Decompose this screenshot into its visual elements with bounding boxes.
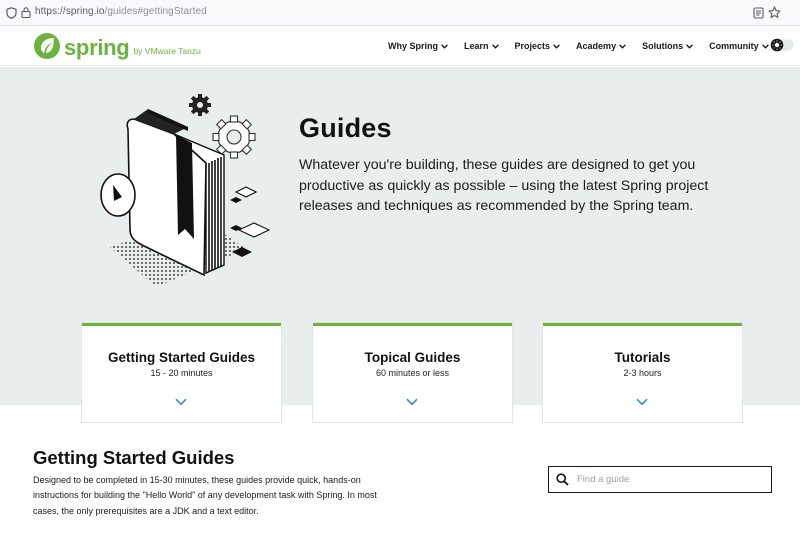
page-title: Guides — [299, 113, 392, 143]
card-title: Tutorials — [614, 350, 671, 365]
card-title: Getting Started Guides — [107, 350, 256, 365]
nav-label: Projects — [514, 41, 551, 51]
chevron-down-icon — [686, 43, 693, 49]
chevron-down-icon — [553, 43, 560, 49]
nav-solutions[interactable]: Solutions — [642, 41, 693, 51]
section-description: Designed to be completed in 15-30 minute… — [33, 475, 377, 516]
spring-leaf-icon — [34, 33, 60, 59]
logo-wordmark: spring — [64, 35, 130, 60]
card-title: Topical Guides — [364, 350, 461, 365]
nav-label: Community — [709, 41, 759, 51]
chevron-down-icon[interactable] — [636, 398, 648, 406]
nav-label: Why Spring — [388, 41, 438, 51]
site-header: spring by VMware Tanzu Why Spring Learn … — [0, 26, 800, 66]
shield-icon[interactable] — [6, 7, 17, 19]
card-duration: 60 minutes or less — [375, 368, 450, 378]
guides-book-illustration — [100, 94, 271, 287]
url-host: https://spring.io — [35, 6, 105, 17]
nav-label: Solutions — [642, 41, 684, 51]
reader-view-icon[interactable] — [753, 7, 764, 19]
hero-description: Whatever you're building, these guides a… — [299, 157, 709, 215]
search-icon — [556, 473, 569, 486]
chevron-down-icon — [441, 43, 448, 49]
guide-search-box[interactable] — [548, 466, 772, 493]
theme-toggle-switch[interactable] — [770, 38, 794, 52]
lock-icon[interactable] — [21, 7, 31, 18]
nav-academy[interactable]: Academy — [576, 41, 626, 51]
chevron-down-icon[interactable] — [406, 398, 418, 406]
chevron-down-icon — [619, 43, 626, 49]
section-title: Getting Started Guides — [33, 447, 235, 468]
chevron-down-icon — [761, 43, 769, 49]
bookmark-star-icon[interactable] — [768, 6, 781, 19]
nav-label: Academy — [576, 41, 617, 51]
nav-community[interactable]: Community — [709, 41, 769, 51]
card-tutorials[interactable]: Tutorials 2-3 hours — [543, 323, 742, 422]
nav-learn[interactable]: Learn — [464, 41, 499, 51]
card-getting-started[interactable]: Getting Started Guides 15 - 20 minutes — [82, 323, 281, 422]
url-text[interactable]: https://spring.io/guides#gettingStarted — [35, 6, 207, 17]
card-topical[interactable]: Topical Guides 60 minutes or less — [313, 323, 512, 422]
card-duration: 15 - 20 minutes — [150, 368, 213, 378]
browser-url-bar[interactable]: https://spring.io/guides#gettingStarted — [0, 0, 800, 26]
guide-search-input[interactable] — [577, 471, 762, 488]
nav-why-spring[interactable]: Why Spring — [388, 41, 448, 51]
logo-tagline: by VMware Tanzu — [133, 46, 201, 56]
card-duration: 2-3 hours — [623, 368, 662, 378]
nav-projects[interactable]: Projects — [515, 41, 561, 51]
nav-label: Learn — [464, 41, 489, 51]
chevron-down-icon — [491, 43, 499, 49]
main-nav: Why Spring Learn Projects Academy Soluti… — [388, 26, 785, 66]
url-path: /guides#gettingStarted — [104, 6, 207, 17]
spring-logo[interactable]: spring by VMware Tanzu — [33, 32, 201, 60]
chevron-down-icon[interactable] — [175, 398, 187, 406]
